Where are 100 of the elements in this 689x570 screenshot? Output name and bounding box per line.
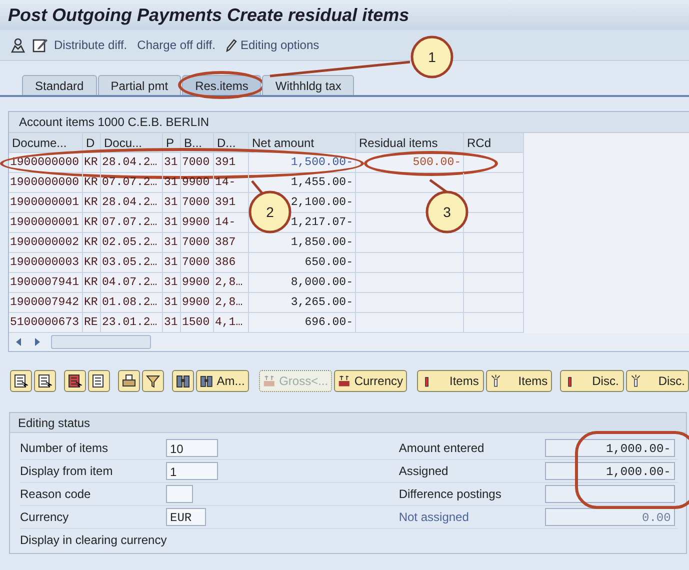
table-cell: 8,000.00- [249, 273, 356, 293]
table-cell: 387 [214, 233, 249, 253]
column-header[interactable]: RCd [464, 133, 524, 153]
table-cell: 1900007942 [9, 293, 83, 313]
horizontal-scrollbar[interactable] [9, 333, 689, 351]
tab[interactable]: Res.items [182, 75, 262, 95]
input-field[interactable]: 10 [166, 439, 218, 457]
table-cell: 500.00- [356, 153, 464, 173]
window-title: Post Outgoing Payments Create residual items [8, 4, 410, 26]
table-cell: 386 [214, 253, 249, 273]
table-cell: 9900 [181, 173, 214, 193]
grid-button[interactable]: Disc. [626, 370, 689, 392]
grid-button[interactable]: Am... [196, 370, 249, 392]
table-cell: 04.07.2… [101, 273, 163, 293]
table-cell: KR [83, 213, 101, 233]
input-field[interactable] [166, 485, 193, 503]
field-label: Difference postings [398, 487, 502, 501]
tab[interactable]: Withhldg tax [262, 75, 354, 95]
table-cell: 28.04.2… [101, 193, 163, 213]
output-field: 1,000.00- [544, 462, 675, 480]
field-label: Amount entered [398, 441, 486, 455]
table-cell [464, 253, 524, 273]
table-cell: 03.05.2… [101, 253, 163, 273]
table-cell: KR [83, 173, 101, 193]
table-cell: 1900000000 [9, 173, 83, 193]
table-cell: 31 [163, 153, 181, 173]
toolbar-button[interactable]: Distribute diff. [54, 38, 128, 52]
table-cell: 02.05.2… [101, 233, 163, 253]
table-cell: KR [83, 293, 101, 313]
table-cell: 650.00- [249, 253, 356, 273]
grid-button[interactable] [118, 370, 140, 392]
table-cell: 2,8… [214, 293, 249, 313]
table-cell: 07.07.2… [101, 213, 163, 233]
list-icon [92, 374, 106, 388]
output-field: 0.00 [544, 508, 675, 526]
table-cell: 1,500.00- [249, 153, 356, 173]
grid-button[interactable] [64, 370, 86, 392]
scroll-thumb[interactable] [51, 335, 151, 349]
table-cell: 1900000000 [9, 153, 83, 173]
toolbar-button[interactable]: Charge off diff. [137, 38, 216, 52]
table-cell: KR [83, 273, 101, 293]
group-title: Editing status [18, 416, 90, 430]
table-cell [464, 233, 524, 253]
table-cell: KR [83, 193, 101, 213]
table-cell: 01.08.2… [101, 293, 163, 313]
output-field: 1,000.00- [544, 439, 675, 457]
column-header[interactable]: Residual items [356, 133, 464, 153]
tab[interactable]: Partial pmt [98, 75, 182, 95]
grid-button[interactable] [10, 370, 32, 392]
table-cell: 31 [163, 253, 181, 273]
column-header[interactable]: Docume... [9, 133, 83, 153]
table-cell: 9900 [181, 213, 214, 233]
table-cell [464, 173, 524, 193]
edit-icon[interactable] [32, 37, 48, 53]
table-cell: 1900000002 [9, 233, 83, 253]
grid-button[interactable] [88, 370, 110, 392]
grid-button[interactable] [142, 370, 164, 392]
grid-button[interactable]: Items [417, 370, 484, 392]
table-cell: 31 [163, 193, 181, 213]
table-cell: 1900007941 [9, 273, 83, 293]
table-cell: KR [83, 233, 101, 253]
binoculars-icon [176, 374, 190, 388]
scroll-left-icon[interactable] [15, 337, 23, 347]
field-label: Not assigned [398, 510, 470, 524]
grid-button[interactable]: Disc. [560, 370, 624, 392]
grid-button[interactable]: Currency [334, 370, 408, 392]
table-cell: 31 [163, 173, 181, 193]
table-cell: 1900000001 [9, 213, 83, 233]
table-cell: 391 [214, 153, 249, 173]
lamp-icon [630, 374, 642, 388]
field-label: Display in clearing currency [20, 533, 167, 547]
table-cell: 1,850.00- [249, 233, 356, 253]
scroll-right-icon[interactable] [33, 337, 41, 347]
table-cell: 7000 [181, 233, 214, 253]
table-cell: 28.04.2… [101, 153, 163, 173]
input-field[interactable]: EUR [166, 508, 206, 526]
printer-icon [122, 374, 136, 388]
binoculars-icon [200, 374, 213, 388]
table-cell: 14- [214, 213, 249, 233]
table-cell: 14- [214, 173, 249, 193]
grid-button[interactable]: Items [486, 370, 552, 392]
grid-button[interactable] [172, 370, 194, 392]
table-cell: 31 [163, 293, 181, 313]
toolbar-button[interactable]: Editing options [225, 38, 320, 52]
table-cell: KR [83, 153, 101, 173]
input-field[interactable]: 1 [166, 462, 218, 480]
lamp-icon [490, 374, 502, 388]
tab[interactable]: Standard [22, 75, 97, 95]
table-cell: 1900000001 [9, 193, 83, 213]
column-header[interactable]: Net amount [249, 133, 356, 153]
person-icon[interactable] [10, 37, 26, 53]
table-cell: 2,8… [214, 273, 249, 293]
column-header[interactable]: P [163, 133, 181, 153]
field-label: Display from item [20, 464, 114, 478]
currency-icon [338, 374, 350, 388]
table-cell: 7000 [181, 253, 214, 273]
field-label: Currency [20, 510, 70, 524]
field-label: Reason code [20, 487, 92, 501]
grid-button[interactable] [34, 370, 56, 392]
table-cell: 1900000003 [9, 253, 83, 273]
